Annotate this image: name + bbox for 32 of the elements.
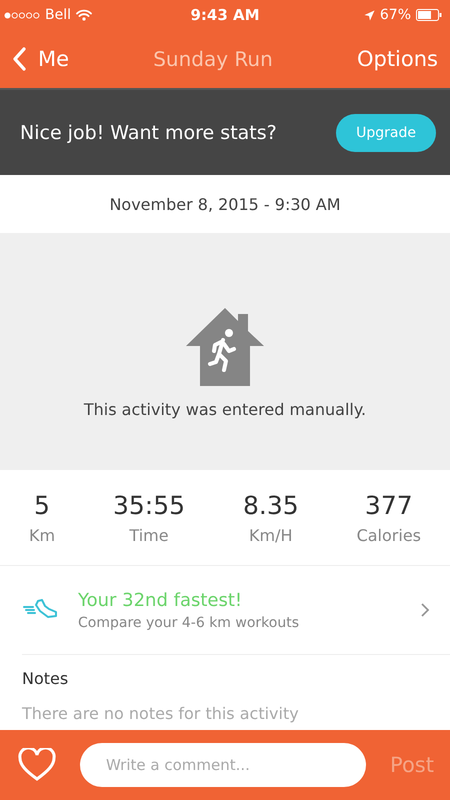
chevron-right-icon <box>420 602 430 618</box>
clock-time: 9:43 AM <box>190 6 260 24</box>
signal-icon <box>4 12 40 18</box>
manual-entry-message: This activity was entered manually. <box>84 400 366 419</box>
activity-date: November 8, 2015 - 9:30 AM <box>108 194 342 216</box>
heart-icon[interactable] <box>18 748 56 782</box>
battery-icon <box>416 9 442 21</box>
back-button[interactable]: Me <box>12 47 70 71</box>
ranking-row[interactable]: Your 32nd fastest! Compare your 4-6 km workouts <box>22 566 450 655</box>
banner-text: Nice job! Want more stats? <box>20 122 277 144</box>
stat-label: Km <box>28 526 56 544</box>
notes-heading: Notes <box>22 669 70 688</box>
house-runner-icon <box>186 308 264 386</box>
stat-label: Calories <box>356 526 421 544</box>
wifi-icon <box>76 9 92 21</box>
location-arrow-icon <box>364 10 375 20</box>
stat-value: 8.35 <box>242 490 299 520</box>
stat-label: Km/H <box>249 526 293 544</box>
options-button[interactable]: Options <box>356 47 438 71</box>
upgrade-button[interactable]: Upgrade <box>336 114 436 152</box>
ranking-subtitle: Compare your 4-6 km workouts <box>78 614 300 630</box>
stat-label: Time <box>129 526 169 544</box>
notes-text: There are no notes for this activity <box>22 704 300 723</box>
comment-field[interactable]: Write a comment... <box>80 743 366 787</box>
screen-title: Sunday Run <box>153 47 273 71</box>
back-chevron-icon <box>12 47 26 71</box>
stat-value: 35:55 <box>112 490 186 520</box>
ranking-title: Your 32nd fastest! <box>78 590 244 610</box>
carrier-name: Bell <box>45 7 71 23</box>
battery-percentage: 67% <box>380 7 411 23</box>
stat-value: 5 <box>34 490 50 520</box>
stat-value: 377 <box>364 490 413 520</box>
